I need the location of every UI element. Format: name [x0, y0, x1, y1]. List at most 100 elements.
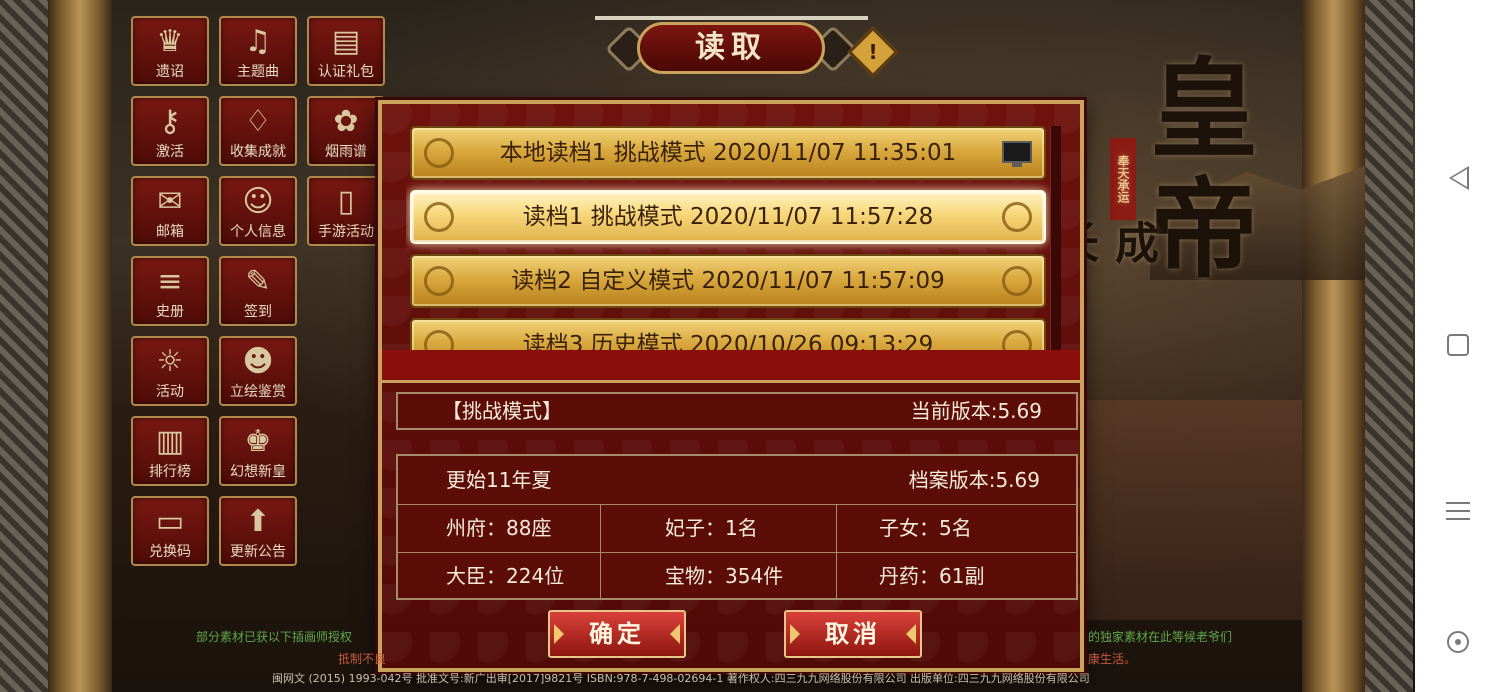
menu-button-2[interactable]: ♫ 主题曲 [219, 16, 297, 86]
menu-icon[interactable] [1446, 500, 1470, 522]
menu-button-label: 遗诏 [156, 64, 184, 80]
save-slot-3[interactable]: 读档3 历史模式 2020/10/26 09:13:29 [410, 318, 1046, 350]
mode-label: 【挑战模式】 [442, 399, 562, 423]
trophy-icon: ♢ [244, 104, 272, 139]
menu-button-label: 排行榜 [149, 464, 191, 480]
save-date: 更始11年夏 [446, 468, 552, 492]
load-save-dialog: 本地读档1 挑战模式 2020/11/07 11:35:01 读档1 挑战模式 … [378, 100, 1084, 672]
assistant-icon[interactable] [1447, 631, 1469, 653]
title-top-decoration [595, 16, 868, 20]
save-slot-list[interactable]: 本地读档1 挑战模式 2020/11/07 11:35:01 读档1 挑战模式 … [406, 122, 1058, 350]
computer-icon [1002, 141, 1032, 167]
archive-version: 档案版本:5.69 [908, 468, 1040, 492]
save-slot-local-1[interactable]: 本地读档1 挑战模式 2020/11/07 11:35:01 [410, 126, 1046, 180]
menu-button-17[interactable]: ⬆ 更新公告 [219, 496, 297, 566]
menu-button-label: 兑换码 [149, 544, 191, 560]
back-icon[interactable] [1449, 166, 1469, 190]
gift-icon: ▤ [331, 24, 361, 59]
scroll-ornament-icon [424, 330, 454, 350]
scroll-ornament-icon [424, 202, 454, 232]
save-slot-label: 读档1 挑战模式 2020/11/07 11:57:28 [522, 204, 934, 230]
cancel-button[interactable]: 取消 [784, 610, 922, 658]
ranking-icon: ▥ [155, 424, 185, 459]
menu-button-label: 认证礼包 [318, 64, 374, 80]
key-icon: ⚷ [159, 104, 181, 139]
credits-note-left: 部分素材已获以下插画师授权 [196, 630, 353, 644]
save-list-scrollbar[interactable] [1050, 126, 1061, 352]
menu-button-12[interactable]: ☼ 活动 [131, 336, 209, 406]
menu-button-1[interactable]: ♛ 遗诏 [131, 16, 209, 86]
menu-button-label: 签到 [244, 304, 272, 320]
right-border-pattern [1365, 0, 1413, 692]
dialog-title: 读取 [637, 22, 825, 74]
menu-button-label: 邮箱 [156, 224, 184, 240]
menu-button-label: 烟雨谱 [325, 144, 367, 160]
game-title-art: 皇帝 成长计划Ⅱ 奉天承运 [867, 47, 1300, 293]
save-slot-label: 本地读档1 挑战模式 2020/11/07 11:35:01 [499, 140, 957, 166]
list-divider-bar [382, 350, 1080, 383]
menu-button-label: 手游活动 [318, 224, 374, 240]
menu-button-6[interactable]: ✿ 烟雨谱 [307, 96, 385, 166]
health-note-left: 抵制不良 [338, 652, 387, 666]
confirm-button[interactable]: 确定 [548, 610, 686, 658]
health-note-right: 康生活。 [1088, 652, 1137, 666]
stat-cell: 宝物：354件 [600, 552, 836, 600]
menu-button-label: 收集成就 [230, 144, 286, 160]
stat-cell: 州府：88座 [446, 516, 552, 540]
menu-button-15[interactable]: ♚ 幻想新皇 [219, 416, 297, 486]
menu-button-14[interactable]: ▥ 排行榜 [131, 416, 209, 486]
save-info-header-row: 更始11年夏 档案版本:5.69 [398, 456, 1076, 505]
code-icon: ▭ [155, 504, 185, 539]
menu-button-5[interactable]: ♢ 收集成就 [219, 96, 297, 166]
profile-icon: ☺ [242, 184, 274, 219]
menu-button-3[interactable]: ▤ 认证礼包 [307, 16, 385, 86]
bird-icon: ✿ [333, 104, 359, 139]
credits-note-right: 的独家素材在此等候老爷们 [1088, 630, 1233, 644]
warning-icon[interactable]: ! [847, 26, 899, 78]
throne-icon: ♚ [244, 424, 272, 459]
menu-button-label: 更新公告 [230, 544, 286, 560]
stat-cell: 子女：5名 [836, 504, 1076, 552]
activity-icon: ☼ [156, 344, 184, 379]
menu-button-10[interactable]: ≡ 史册 [131, 256, 209, 326]
save-slot-label: 读档2 自定义模式 2020/11/07 11:57:09 [511, 268, 945, 294]
menu-button-label: 立绘鉴赏 [230, 384, 286, 400]
left-frame-beam [48, 0, 112, 692]
scroll-ornament-icon [1002, 330, 1032, 350]
menu-button-11[interactable]: ✎ 签到 [219, 256, 297, 326]
save-stats-row: 大臣：224位 宝物：354件 丹药：61副 [398, 552, 1076, 600]
menu-button-label: 主题曲 [237, 64, 279, 80]
phone-icon: ▯ [337, 184, 355, 219]
game-title-seal: 奉天承运 [1110, 138, 1136, 220]
game-scene: 皇帝 成长计划Ⅱ 奉天承运 ♛ 遗诏 ♫ 主题曲 ▤ 认证礼包 ⚷ 激活 ♢ 收集成就 ✿ 烟雨谱 ✉ 邮… [0, 0, 1415, 692]
scroll-ornament-icon [424, 266, 454, 296]
menu-button-4[interactable]: ⚷ 激活 [131, 96, 209, 166]
menu-button-13[interactable]: ☻ 立绘鉴赏 [219, 336, 297, 406]
menu-button-label: 幻想新皇 [230, 464, 286, 480]
save-stats-row: 州府：88座 妃子：1名 子女：5名 [398, 504, 1076, 553]
menu-button-label: 活动 [156, 384, 184, 400]
book-icon: ≡ [157, 264, 183, 299]
menu-button-9[interactable]: ▯ 手游活动 [307, 176, 385, 246]
save-slot-2[interactable]: 读档2 自定义模式 2020/11/07 11:57:09 [410, 254, 1046, 308]
save-slot-1[interactable]: 读档1 挑战模式 2020/11/07 11:57:28 [410, 190, 1046, 244]
left-border-pattern [0, 0, 48, 692]
menu-button-8[interactable]: ☺ 个人信息 [219, 176, 297, 246]
home-icon[interactable] [1447, 334, 1469, 356]
portrait-icon: ☻ [242, 344, 274, 379]
save-slot-label: 读档3 历史模式 2020/10/26 09:13:29 [522, 332, 934, 350]
mode-bar: 【挑战模式】 当前版本:5.69 [396, 392, 1078, 430]
checkin-icon: ✎ [245, 264, 271, 299]
menu-button-7[interactable]: ✉ 邮箱 [131, 176, 209, 246]
menu-button-label: 个人信息 [230, 224, 286, 240]
game-title-main: 皇帝 [1150, 47, 1259, 293]
menu-button-label: 激活 [156, 144, 184, 160]
scroll-ornament-icon [424, 138, 454, 168]
scroll-ornament-icon [1002, 202, 1032, 232]
current-version: 当前版本:5.69 [910, 399, 1042, 423]
scroll-icon: ♛ [156, 24, 184, 59]
right-frame-beam [1302, 0, 1365, 692]
mail-icon: ✉ [157, 184, 183, 219]
menu-button-16[interactable]: ▭ 兑换码 [131, 496, 209, 566]
stat-cell: 丹药：61副 [836, 552, 1076, 600]
